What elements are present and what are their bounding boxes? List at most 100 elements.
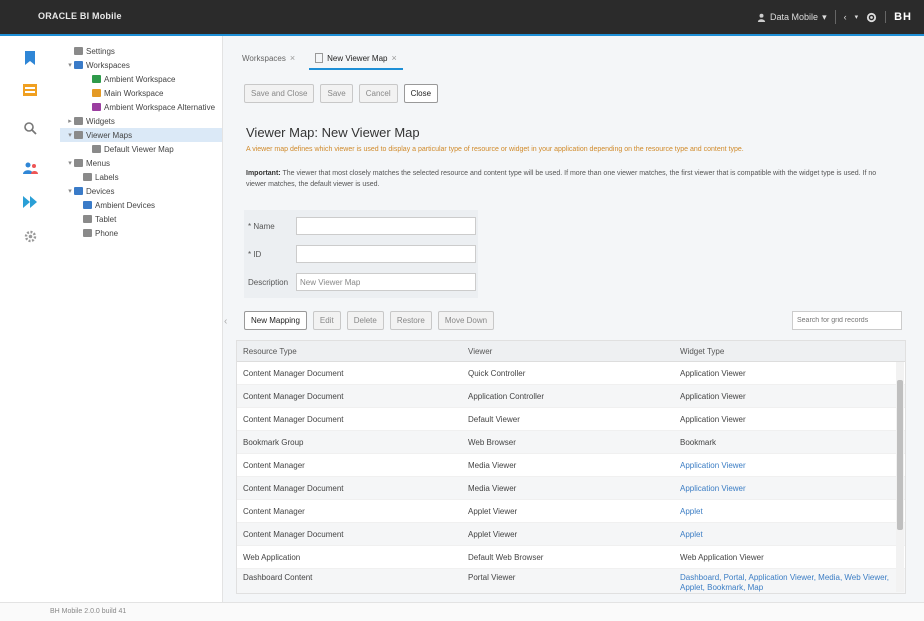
edit-button[interactable]: Edit: [312, 311, 341, 330]
user-menu[interactable]: Data Mobile ▾: [757, 12, 827, 23]
settings-gear-icon[interactable]: [866, 12, 877, 23]
move-down-button[interactable]: Move Down: [437, 311, 495, 330]
node-icon: [83, 173, 92, 181]
new-mapping-button[interactable]: New Mapping: [244, 311, 307, 330]
widget-type-cell: Application Viewer: [680, 368, 746, 378]
table-row[interactable]: Dashboard Content Portal Viewer Dashboard,…: [237, 569, 905, 593]
resource-cell: Content Manager: [243, 460, 305, 470]
delete-button[interactable]: Delete: [346, 311, 384, 330]
tree-item[interactable]: ▸ Widgets: [60, 114, 222, 128]
restore-button[interactable]: Restore: [389, 311, 432, 330]
name-field[interactable]: [296, 217, 476, 235]
brand-logo: BH: [885, 11, 912, 23]
table-row[interactable]: Web Application Default Web Browser Web Ap…: [237, 546, 905, 569]
important-label: Important:: [246, 170, 281, 177]
widget-type-cell: Bookmark: [680, 437, 717, 447]
table-row[interactable]: Content Manager Document Application Cont…: [237, 385, 905, 408]
table-row[interactable]: Content Manager Media Viewer Application V…: [237, 454, 905, 477]
tree-item[interactable]: Ambient Workspace Alternative: [60, 100, 222, 114]
tree-item-label: Viewer Maps: [86, 130, 133, 140]
grid-body: Content Manager Document Quick Controller…: [237, 362, 905, 593]
expand-toggle-icon[interactable]: ▾: [66, 61, 74, 69]
menu-chevron-icon[interactable]: ▾: [855, 13, 859, 21]
tab-label: New Viewer Map: [327, 53, 388, 63]
tree-item[interactable]: ▾ Devices: [60, 184, 222, 198]
top-right-controls: Data Mobile ▾ ‹ ▾ BH: [757, 8, 912, 26]
column-header-resource-type[interactable]: Resource Type: [237, 347, 462, 356]
tree-item[interactable]: Ambient Workspace: [60, 72, 222, 86]
tree-item[interactable]: ▾ Workspaces: [60, 58, 222, 72]
top-bar: ORACLE BI Mobile Data Mobile ▾ ‹ ▾ BH: [0, 0, 924, 34]
grid-header: Resource Type Viewer Widget Type: [237, 341, 905, 362]
cancel-button[interactable]: Cancel: [358, 84, 398, 103]
table-row[interactable]: Content Manager Document Quick Controller…: [237, 362, 905, 385]
user-icon: [757, 13, 766, 22]
close-icon[interactable]: ×: [290, 53, 295, 63]
expand-toggle-icon[interactable]: ▾: [66, 159, 74, 167]
tree-item[interactable]: Labels: [60, 170, 222, 184]
tree-item[interactable]: Default Viewer Map: [60, 142, 222, 156]
expand-toggle-icon[interactable]: ▾: [66, 131, 74, 139]
forward-icon[interactable]: [22, 194, 38, 210]
grid-toolbar: New Mapping Edit Delete Restore Move Dow…: [244, 311, 495, 330]
tree-item[interactable]: Tablet: [60, 212, 222, 226]
widget-type-cell: Application Viewer: [680, 460, 746, 470]
viewer-cell: Applet Viewer: [468, 529, 518, 539]
save-button[interactable]: Save: [320, 84, 353, 103]
node-icon: [74, 61, 83, 69]
resource-cell: Dashboard Content: [243, 573, 313, 582]
page-description: A viewer map defines which viewer is use…: [246, 146, 744, 153]
search-icon[interactable]: [22, 120, 38, 136]
viewer-cell: Quick Controller: [468, 368, 526, 378]
document-icon: [315, 53, 324, 63]
page-title: Viewer Map: New Viewer Map: [246, 125, 420, 140]
close-button[interactable]: Close: [403, 84, 439, 103]
tree-item[interactable]: ▾ Menus: [60, 156, 222, 170]
save-and-close-button[interactable]: Save and Close: [244, 84, 315, 103]
table-row[interactable]: Bookmark Group Web Browser Bookmark: [237, 431, 905, 454]
important-note: Important: The viewer that most closely …: [246, 168, 896, 190]
table-row[interactable]: Content Manager Document Default Viewer Ap…: [237, 408, 905, 431]
widget-type-cell: Application Viewer: [680, 414, 746, 424]
tab-workspaces[interactable]: Workspaces ×: [236, 48, 301, 70]
tree-item-label: Tablet: [95, 214, 117, 224]
scrollbar-thumb[interactable]: [897, 380, 903, 530]
description-field[interactable]: [296, 273, 476, 291]
expand-toggle-icon[interactable]: ▸: [66, 117, 74, 125]
users-icon[interactable]: [22, 160, 38, 176]
tree-item[interactable]: Settings: [60, 44, 222, 58]
footer-text: BH Mobile 2.0.0 build 41: [50, 608, 127, 615]
expand-toggle-icon[interactable]: ▾: [66, 187, 74, 195]
icon-rail: [0, 36, 61, 602]
viewer-cell: Applet Viewer: [468, 506, 518, 516]
tree-item[interactable]: Main Workspace: [60, 86, 222, 100]
table-row[interactable]: Content Manager Applet Viewer Applet: [237, 500, 905, 523]
id-field[interactable]: [296, 245, 476, 263]
dashboard-icon[interactable]: [22, 82, 38, 98]
collapse-panel-icon[interactable]: ‹: [224, 316, 227, 327]
id-row: * ID: [248, 244, 476, 264]
grid-scrollbar[interactable]: [896, 362, 904, 592]
table-row[interactable]: Content Manager Document Media Viewer Appl…: [237, 477, 905, 500]
node-icon: [74, 131, 83, 139]
tree-item[interactable]: ▾ Viewer Maps: [60, 128, 222, 142]
grid-search-input[interactable]: [792, 311, 902, 330]
node-icon: [74, 159, 83, 167]
tree-item-label: Workspaces: [86, 60, 130, 70]
widget-type-cell: Applet: [680, 506, 703, 516]
tree-item[interactable]: Ambient Devices: [60, 198, 222, 212]
viewer-cell: Media Viewer: [468, 483, 517, 493]
tab-new-viewer-map[interactable]: New Viewer Map ×: [309, 48, 403, 70]
tree-item[interactable]: Phone: [60, 226, 222, 240]
column-header-widget-type[interactable]: Widget Type: [674, 347, 894, 356]
table-row[interactable]: Content Manager Document Applet Viewer App…: [237, 523, 905, 546]
node-icon: [92, 103, 101, 111]
close-icon[interactable]: ×: [391, 53, 396, 63]
user-name: Data Mobile: [770, 12, 819, 22]
back-icon[interactable]: ‹: [844, 12, 847, 22]
resource-cell: Content Manager Document: [243, 529, 344, 539]
column-header-viewer[interactable]: Viewer: [462, 347, 674, 356]
node-icon: [92, 145, 101, 153]
settings-icon[interactable]: [22, 228, 38, 244]
bookmark-icon[interactable]: [22, 50, 38, 66]
